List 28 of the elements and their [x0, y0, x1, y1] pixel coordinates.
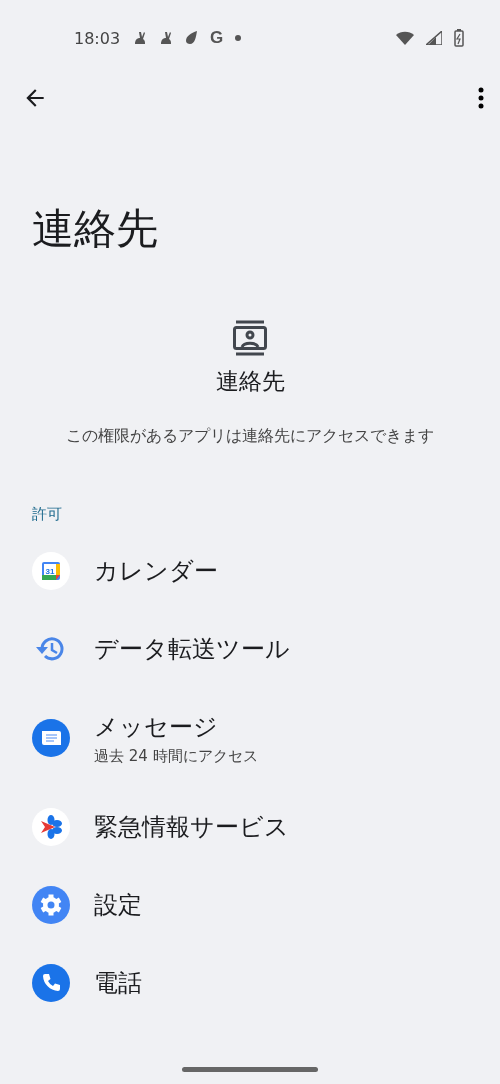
battery-icon: [454, 29, 464, 47]
status-time: 18:03: [74, 28, 121, 48]
app-name[interactable]: カレンダー: [94, 555, 218, 588]
settings-icon: [32, 886, 70, 925]
permission-title: 連絡先: [215, 367, 285, 397]
signal-icon: [426, 31, 442, 45]
app-name[interactable]: メッセージ: [94, 710, 258, 743]
rabbit-icon: [158, 30, 173, 46]
g-glyph: G: [210, 28, 224, 48]
app-name[interactable]: 電話: [94, 967, 142, 1000]
section-header: 許可: [32, 505, 63, 525]
navigation-handle[interactable]: [182, 1067, 318, 1072]
dot-icon: [235, 35, 242, 41]
leaf-icon: [184, 30, 199, 46]
contact-card-icon: [232, 320, 268, 357]
calendar-icon: 31: [32, 552, 70, 591]
page-title: 連絡先: [32, 204, 159, 255]
phone-icon: [32, 964, 70, 1003]
wifi-icon: [396, 31, 414, 45]
asterisk-icon: [32, 808, 70, 847]
app-name[interactable]: データ転送ツール: [94, 633, 290, 666]
app-name[interactable]: 設定: [94, 889, 142, 922]
permission-description: この権限があるアプリは連絡先にアクセスできます: [65, 425, 435, 448]
rabbit-icon: [132, 30, 147, 46]
app-name[interactable]: 緊急情報サービス: [94, 811, 289, 844]
messages-icon: [32, 719, 70, 758]
app-subtitle: 過去 24 時間にアクセス: [94, 746, 258, 766]
more-options-icon[interactable]: [478, 87, 484, 109]
